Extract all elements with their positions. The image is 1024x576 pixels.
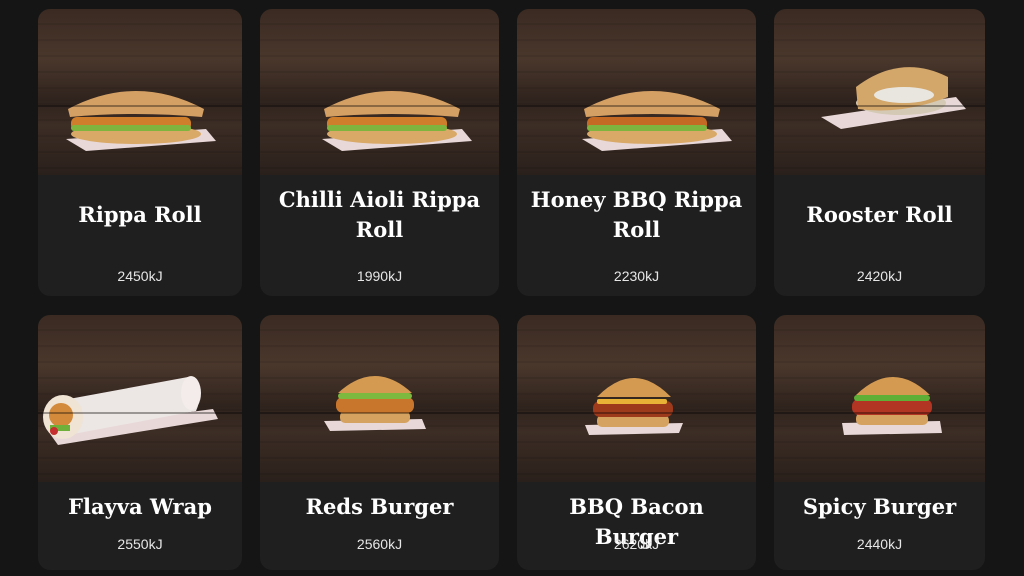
item-energy: 2560kJ xyxy=(356,536,403,552)
item-name: Flayva Wrap xyxy=(68,494,212,519)
item-name: Spicy Burger xyxy=(802,494,957,519)
chicken-roll-icon xyxy=(66,91,216,151)
item-energy: 2450kJ xyxy=(117,268,163,284)
burger-icon xyxy=(585,378,683,435)
product-photo xyxy=(260,9,499,175)
item-energy: 2550kJ xyxy=(117,536,163,552)
chicken-roll-icon xyxy=(322,91,472,151)
menu-item-card-honey-bbq-rippa-roll[interactable]: Honey BBQ Rippa Roll 2230kJ xyxy=(517,9,756,296)
menu-item-card-reds-burger[interactable]: Reds Burger 2560kJ xyxy=(260,315,499,570)
chicken-roll-icon xyxy=(821,67,966,129)
item-name: Honey BBQ Rippa Roll xyxy=(530,187,743,242)
item-name: Rooster Roll xyxy=(806,202,953,227)
item-energy: 2420kJ xyxy=(856,268,903,284)
product-photo xyxy=(774,9,985,175)
item-energy: 1990kJ xyxy=(356,268,403,284)
wrap-icon xyxy=(43,376,218,445)
menu-item-card-chilli-aioli-rippa-roll[interactable]: Chilli Aioli Rippa Roll 1990kJ xyxy=(260,9,499,296)
product-photo xyxy=(774,315,985,482)
menu-item-card-rooster-roll[interactable]: Rooster Roll 2420kJ xyxy=(774,9,985,296)
product-photo xyxy=(517,9,756,175)
chicken-roll-icon xyxy=(582,91,732,151)
product-photo xyxy=(38,315,242,482)
menu-item-card-flayva-wrap[interactable]: Flayva Wrap 2550kJ xyxy=(38,315,242,570)
menu-item-card-bbq-bacon-burger[interactable]: BBQ Bacon Burger 2620kJ xyxy=(517,315,756,570)
item-energy: 2230kJ xyxy=(613,268,660,284)
item-energy: 2440kJ xyxy=(856,536,903,552)
item-name: Rippa Roll xyxy=(78,202,202,227)
item-name: Reds Burger xyxy=(305,494,454,519)
product-photo xyxy=(38,9,242,175)
burger-icon xyxy=(324,376,426,431)
product-photo xyxy=(517,315,756,482)
menu-item-card-spicy-burger[interactable]: Spicy Burger 2440kJ xyxy=(774,315,985,570)
menu-item-card-rippa-roll[interactable]: Rippa Roll 2450kJ xyxy=(38,9,242,296)
item-name: Chilli Aioli Rippa Roll xyxy=(278,187,481,242)
item-energy: 2620kJ xyxy=(613,536,660,552)
product-photo xyxy=(260,315,499,482)
burger-icon xyxy=(842,377,942,435)
